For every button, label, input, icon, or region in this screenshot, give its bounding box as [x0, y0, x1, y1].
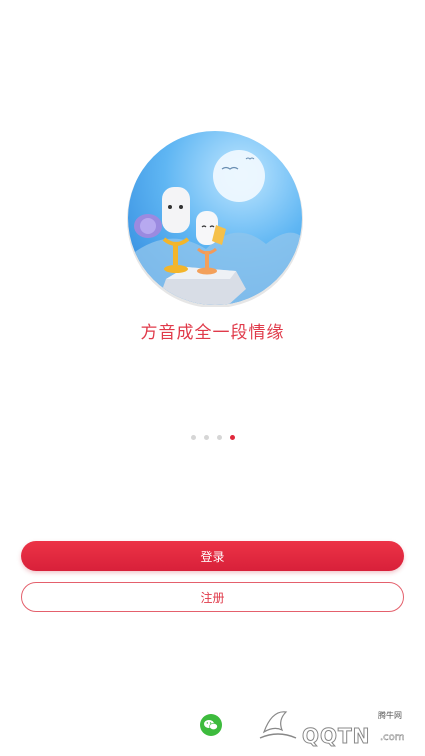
- watermark-small-text: 腾牛网: [378, 711, 402, 720]
- onboarding-screen: 方音成全一段情缘 登录 注册 腾牛网 QQTN .com: [0, 0, 425, 756]
- watermark-brand: QQTN: [301, 724, 371, 749]
- page-dot-4-active[interactable]: [229, 435, 235, 440]
- onboarding-slogan: 方音成全一段情缘: [140, 323, 285, 343]
- page-indicator: [0, 435, 425, 440]
- wechat-login-icon[interactable]: [200, 714, 222, 736]
- page-dot-3[interactable]: [216, 435, 222, 440]
- hero-illustration: [126, 129, 304, 307]
- login-button[interactable]: 登录: [21, 541, 404, 571]
- watermark-suffix: .com: [380, 732, 405, 744]
- page-dot-1[interactable]: [190, 435, 196, 440]
- watermark-logo-icon: [259, 711, 297, 739]
- register-button[interactable]: 注册: [21, 582, 404, 612]
- page-dot-2[interactable]: [203, 435, 209, 440]
- site-watermark: 腾牛网 QQTN .com: [256, 704, 418, 750]
